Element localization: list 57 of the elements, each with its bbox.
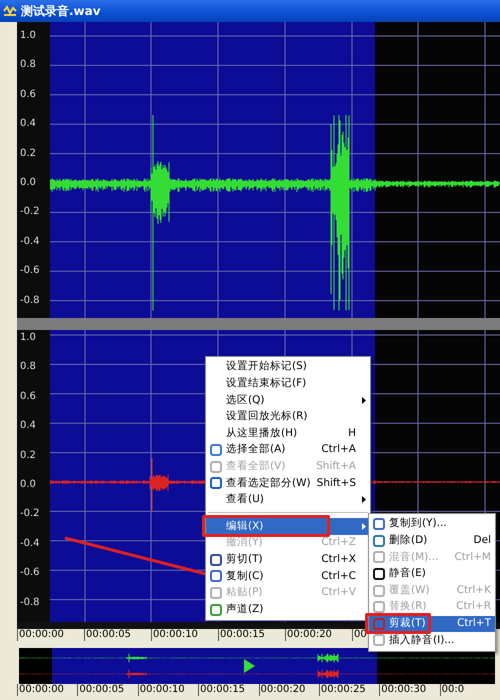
menu-item[interactable]: 声道(Z) [206, 601, 370, 618]
menu-item[interactable]: 编辑(X) [206, 518, 370, 535]
time-label: 00:00:00 [17, 629, 84, 641]
amplitude-label: 0.4 [20, 420, 37, 434]
amplitude-label: 1.0 [20, 30, 37, 43]
menu-item[interactable]: 删除(D) Del [369, 532, 495, 550]
menu-item[interactable]: 查看(U) [206, 492, 370, 508]
time-label: 00:00:15 [218, 629, 285, 641]
menu-item[interactable]: 复制到(Y)... [369, 516, 495, 533]
submenu-arrow-icon [362, 496, 366, 504]
menu-item[interactable]: 选区(Q) [206, 392, 370, 409]
submenu-arrow-icon [362, 522, 366, 530]
time-label: 00:00:25 [318, 684, 380, 696]
time-label: 00:00:30 [379, 684, 440, 696]
amplitude-label: 0.2 [20, 450, 37, 463]
menu-item[interactable]: 剪裁(T) Ctrl+T [369, 616, 495, 632]
waveform-app-icon [3, 5, 17, 17]
menu-item[interactable]: 查看选定部分(W) Shift+S [206, 475, 370, 492]
amplitude-label: -0.2 [20, 206, 41, 220]
overview-waveform[interactable] [19, 648, 495, 684]
time-label: 00:00:05 [77, 684, 138, 696]
amplitude-label: 0.2 [20, 148, 37, 161]
time-label: 00:00:00 [17, 684, 78, 696]
menu-item[interactable]: 静音(E) [369, 566, 495, 582]
amplitude-label: -0.2 [20, 508, 41, 522]
submenu-arrow-icon [362, 396, 366, 404]
amplitude-label: -0.4 [20, 236, 41, 249]
menu-item[interactable]: 剪切(T) Ctrl+X [206, 552, 370, 568]
amplitude-label: -0.6 [20, 265, 41, 278]
time-label: 00:00:20 [258, 684, 319, 696]
time-label: 00:00:10 [138, 684, 198, 696]
menu-item[interactable]: 设置回放光标(R) [206, 408, 370, 426]
amplitude-label: 0.0 [20, 176, 37, 190]
amplitude-label: 0.8 [20, 59, 37, 72]
time-label: 00:00:05 [84, 629, 151, 641]
window-title: 测试录音.wav [21, 3, 101, 20]
time-label: 00:00:20 [285, 629, 352, 641]
amplitude-label: -0.8 [20, 596, 41, 610]
amplitude-label: 0.4 [20, 118, 37, 132]
waveform[interactable] [50, 22, 500, 318]
amplitude-label: 1.0 [20, 332, 37, 345]
menu-item[interactable]: 设置开始标记(S) [206, 359, 370, 376]
amplitude-label: -0.8 [20, 294, 41, 308]
menu-item[interactable]: 复制(C) Ctrl+C [206, 568, 370, 585]
time-label: 00:00:10 [151, 629, 218, 641]
menu-item[interactable]: 设置结束标记(F) [206, 376, 370, 392]
menu-item[interactable]: 选择全部(A) Ctrl+A [206, 442, 370, 459]
amplitude-label: 0.6 [20, 88, 37, 102]
time-label: 00:0 [440, 684, 500, 696]
amplitude-label: 0.8 [20, 361, 37, 374]
amplitude-label: -0.4 [20, 538, 41, 551]
annotation-box [365, 612, 431, 634]
menu-item[interactable]: 从这里播放(H) H [206, 425, 370, 442]
amplitude-label: -0.6 [20, 567, 41, 580]
time-label: 00:00:15 [198, 684, 258, 696]
amplitude-label: 0.0 [20, 478, 37, 492]
amplitude-label: 0.6 [20, 390, 37, 404]
